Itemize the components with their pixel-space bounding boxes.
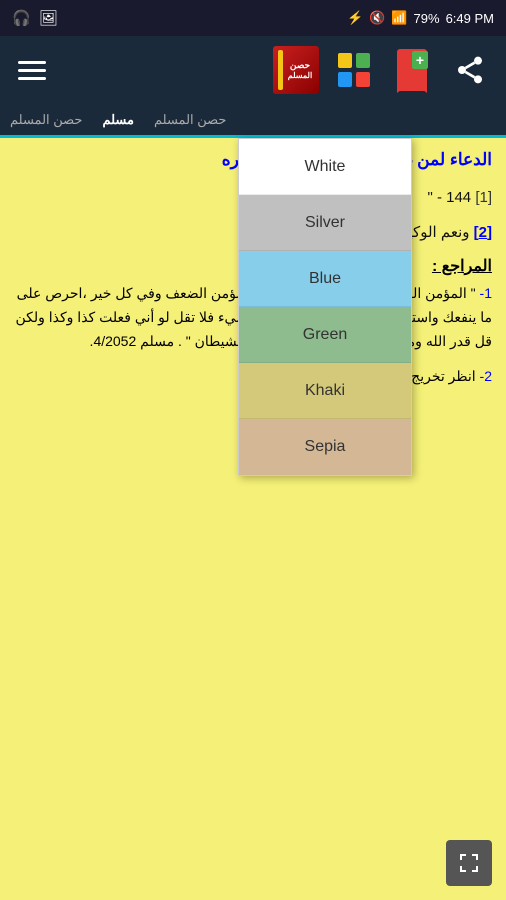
grid-cell-1	[338, 53, 352, 68]
ref-bracket-1: [1]	[475, 189, 492, 206]
menu-line-3	[18, 77, 46, 80]
breadcrumb-item-3[interactable]: حصن المسلم	[154, 112, 226, 128]
fullscreen-button[interactable]	[446, 840, 492, 886]
book-button[interactable]: حصن المسلم	[270, 44, 322, 96]
headphone-icon: 🎧	[12, 9, 31, 27]
menu-line-1	[18, 61, 46, 64]
status-right: ⚡ 🔇 📶 79% 6:49 PM	[347, 10, 494, 26]
photo-icon: 🖼	[39, 9, 58, 27]
toolbar-buttons: حصن المسلم +	[270, 44, 496, 96]
menu-button[interactable]	[10, 53, 54, 88]
breadcrumb-item-1[interactable]: حصن المسلم	[10, 112, 82, 128]
share-icon	[454, 54, 486, 86]
bluetooth-icon: ⚡	[347, 10, 363, 26]
color-silver-label: Silver	[305, 214, 345, 232]
color-option-silver[interactable]: Silver	[239, 195, 411, 251]
color-option-white[interactable]: White	[239, 139, 411, 195]
signal-icon: 📶	[391, 10, 407, 26]
grid-button[interactable]	[328, 44, 380, 96]
breadcrumb: حصن المسلم مسلم حصن المسلم	[0, 104, 506, 138]
color-sepia-label: Sepia	[305, 438, 346, 456]
status-left: 🎧 🖼	[12, 9, 58, 27]
status-bar: 🎧 🖼 ⚡ 🔇 📶 79% 6:49 PM	[0, 0, 506, 36]
time-label: 6:49 PM	[446, 11, 494, 26]
color-blue-label: Blue	[309, 270, 341, 288]
footnote-1-num: 1-	[480, 285, 492, 301]
grid-cell-3	[338, 72, 352, 87]
ref-2: [2]	[474, 224, 492, 241]
bookmark-button[interactable]: +	[386, 44, 438, 96]
color-khaki-label: Khaki	[305, 382, 345, 400]
color-option-sepia[interactable]: Sepia	[239, 419, 411, 475]
grid-cell-4	[356, 72, 370, 87]
verse-144-text: 144 - "	[427, 189, 471, 206]
color-green-label: Green	[303, 326, 347, 344]
grid-cell-2	[356, 53, 370, 68]
breadcrumb-item-2[interactable]: مسلم	[102, 112, 134, 128]
main-content: الدعاء لمن غلبه أمره أو غلب على أمره [1]…	[0, 138, 506, 900]
toolbar: حصن المسلم +	[0, 36, 506, 104]
color-option-khaki[interactable]: Khaki	[239, 363, 411, 419]
fullscreen-icon	[457, 851, 481, 875]
menu-line-2	[18, 69, 46, 72]
color-option-blue[interactable]: Blue	[239, 251, 411, 307]
color-option-green[interactable]: Green	[239, 307, 411, 363]
footnote-2-num: 2-	[480, 368, 492, 384]
color-picker: White Silver Blue Green Khaki Sepia	[238, 138, 412, 476]
battery-label: 79%	[414, 11, 440, 26]
mute-icon: 🔇	[369, 10, 385, 26]
color-white-label: White	[305, 158, 346, 176]
share-button[interactable]	[444, 44, 496, 96]
